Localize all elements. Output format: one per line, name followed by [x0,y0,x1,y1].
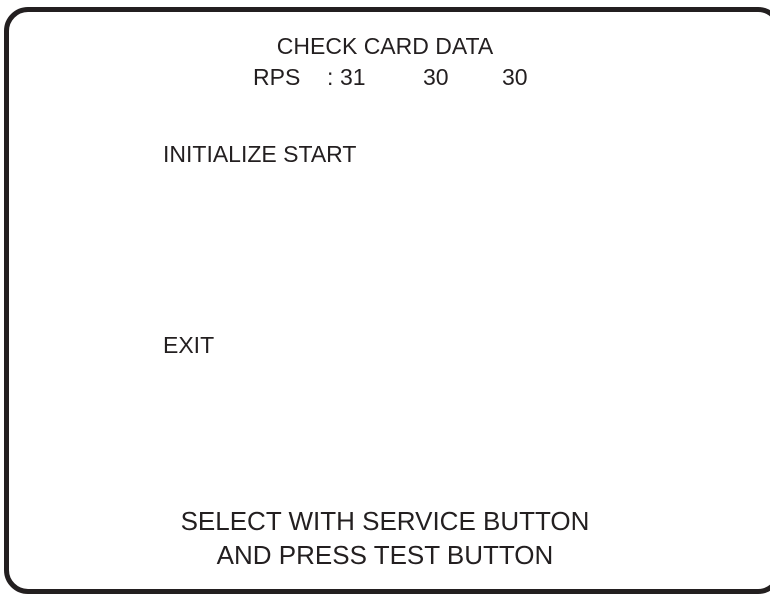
rps-value-1: 31 [340,64,366,90]
instruction-line-1: SELECT WITH SERVICE BUTTON [180,506,590,536]
screen-title: CHECK CARD DATA [276,33,494,59]
menu-item-initialize-start[interactable]: INITIALIZE START [163,143,356,166]
instruction-line-2: AND PRESS TEST BUTTON [216,540,554,570]
rps-label: RPS [253,64,301,90]
rps-readout: RPS : 31 30 30 [0,66,770,90]
rps-colon: : [327,64,334,90]
rps-value-2: 30 [423,64,449,90]
rps-value-3: 30 [502,64,528,90]
menu-item-exit[interactable]: EXIT [163,334,214,357]
